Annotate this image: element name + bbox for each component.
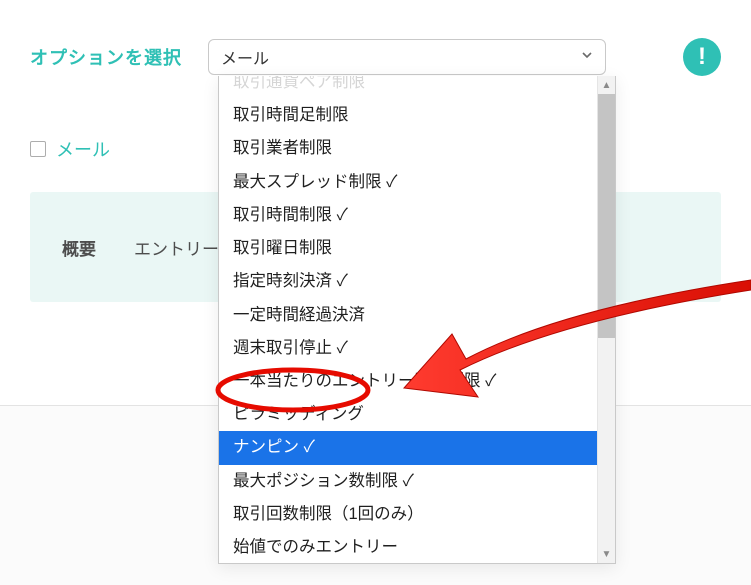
dropdown-item[interactable]: 取引時間制限 ✓	[219, 199, 597, 232]
chevron-down-icon	[581, 48, 593, 66]
entry-tab[interactable]: エントリー	[134, 235, 219, 260]
option-select-label: オプションを選択	[30, 44, 182, 70]
scroll-up-icon[interactable]: ▲	[598, 76, 615, 94]
dropdown-item[interactable]: 週末取引停止 ✓	[219, 332, 597, 365]
dropdown-item[interactable]: 取引通貨ペア制限	[219, 76, 597, 99]
mail-checkbox[interactable]	[30, 141, 46, 157]
dropdown-item[interactable]: 一定時間経過決済	[219, 299, 597, 332]
dropdown-item[interactable]: 最大ポジション数制限 ✓	[219, 465, 597, 498]
scrollbar[interactable]: ▲ ▼	[597, 76, 615, 563]
option-dropdown-list: 取引通貨ペア制限取引時間足制限取引業者制限最大スプレッド制限 ✓取引時間制限 ✓…	[219, 76, 597, 563]
dropdown-item[interactable]: 最大スプレッド制限 ✓	[219, 166, 597, 199]
scroll-track[interactable]	[598, 94, 615, 545]
alert-glyph: !	[698, 43, 706, 71]
dropdown-item[interactable]: ピラミッディング	[219, 398, 597, 431]
scroll-down-icon[interactable]: ▼	[598, 545, 615, 563]
summary-tab[interactable]: 概要	[62, 235, 96, 260]
dropdown-item[interactable]: 始値でのみエントリー	[219, 531, 597, 563]
option-dropdown: 取引通貨ペア制限取引時間足制限取引業者制限最大スプレッド制限 ✓取引時間制限 ✓…	[218, 76, 616, 564]
dropdown-item[interactable]: ナンピン ✓	[219, 431, 597, 464]
dropdown-item[interactable]: 一本当たりのエントリー回数制限 ✓	[219, 365, 597, 398]
option-select[interactable]: メール	[208, 39, 606, 75]
dropdown-item[interactable]: 指定時刻決済 ✓	[219, 265, 597, 298]
scroll-thumb[interactable]	[598, 94, 615, 338]
dropdown-item[interactable]: 取引時間足制限	[219, 99, 597, 132]
mail-checkbox-label: メール	[56, 136, 110, 162]
alert-icon[interactable]: !	[683, 38, 721, 76]
dropdown-item[interactable]: 取引業者制限	[219, 132, 597, 165]
dropdown-item[interactable]: 取引回数制限（1回のみ）	[219, 498, 597, 531]
dropdown-item[interactable]: 取引曜日制限	[219, 232, 597, 265]
option-select-value: メール	[221, 45, 269, 69]
